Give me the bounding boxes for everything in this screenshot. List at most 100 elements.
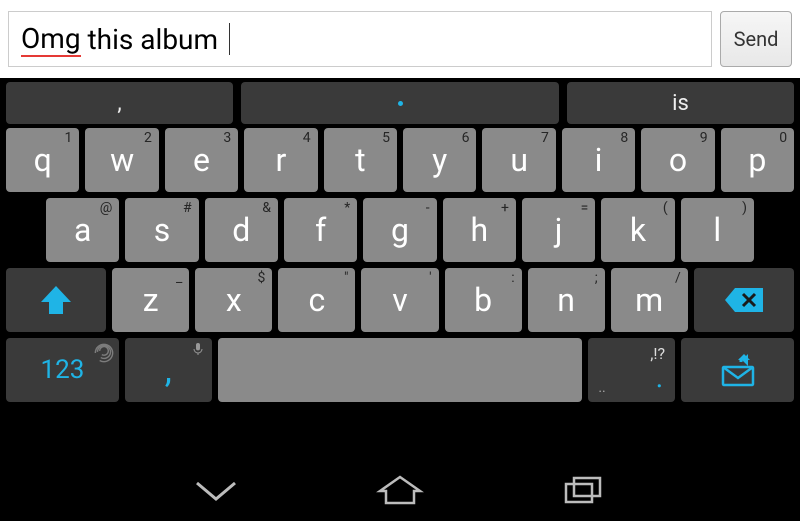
period-main-label: . [656, 361, 663, 394]
suggestion-right[interactable]: is [567, 82, 794, 124]
key-k[interactable]: (k [601, 198, 674, 262]
period-sub2-label: .. [598, 380, 605, 396]
space-key[interactable] [218, 338, 583, 402]
key-sub: 3 [223, 130, 231, 146]
key-f[interactable]: *f [284, 198, 357, 262]
key-t[interactable]: 5t [324, 128, 397, 192]
shift-key[interactable] [6, 268, 106, 332]
key-sub: 1 [65, 130, 73, 146]
key-main: f [315, 211, 326, 249]
key-main: e [193, 141, 210, 179]
key-d[interactable]: &d [205, 198, 278, 262]
suggestion-right-text: is [672, 91, 689, 116]
key-sub: ' [429, 270, 431, 286]
key-row-1: 1q2w3e4r5t6y7u8i9o0p [6, 128, 794, 192]
backspace-icon [723, 286, 765, 314]
key-main: b [474, 281, 492, 319]
input-bar: Omg this album Send [0, 0, 800, 78]
key-sub: * [344, 200, 350, 216]
key-main: q [34, 141, 52, 179]
key-j[interactable]: =j [522, 198, 595, 262]
suggestion-middle[interactable] [241, 82, 559, 124]
key-i[interactable]: 8i [562, 128, 635, 192]
key-b[interactable]: :b [445, 268, 522, 332]
key-o[interactable]: 9o [641, 128, 714, 192]
key-main: a [74, 211, 91, 249]
key-w[interactable]: 2w [85, 128, 158, 192]
input-rest: this album [88, 23, 225, 56]
key-main: o [669, 141, 687, 179]
key-main: l [713, 211, 721, 249]
key-sub: = [581, 200, 589, 216]
send-message-icon [719, 353, 757, 387]
key-m[interactable]: /m [611, 268, 688, 332]
key-main: y [432, 141, 447, 179]
key-s[interactable]: #s [125, 198, 198, 262]
key-main: s [154, 211, 171, 249]
key-v[interactable]: 'v [361, 268, 438, 332]
key-main: m [635, 281, 663, 319]
suggestion-left[interactable]: , [6, 82, 233, 124]
key-main: x [226, 281, 242, 319]
key-main: d [232, 211, 250, 249]
key-sub: 4 [303, 130, 311, 146]
shift-icon [39, 284, 73, 316]
key-l[interactable]: )l [681, 198, 754, 262]
key-c[interactable]: "c [278, 268, 355, 332]
swiftkey-logo-icon [91, 340, 117, 366]
key-main: z [143, 281, 159, 319]
key-n[interactable]: ;n [528, 268, 605, 332]
word-misspelled: Omg [21, 22, 81, 57]
key-r[interactable]: 4r [244, 128, 317, 192]
key-g[interactable]: -g [363, 198, 436, 262]
key-main: t [355, 141, 365, 179]
key-p[interactable]: 0p [721, 128, 794, 192]
period-key[interactable]: ,!? .. . [588, 338, 675, 402]
key-main: h [470, 211, 488, 249]
enter-key[interactable] [681, 338, 794, 402]
home-icon [376, 473, 424, 507]
home-button[interactable] [373, 470, 427, 510]
suggestion-left-text: , [117, 91, 121, 116]
comma-label: , [165, 349, 172, 391]
message-input[interactable]: Omg this album [8, 11, 712, 67]
back-collapse-icon [193, 475, 239, 505]
key-main: v [392, 281, 408, 319]
key-y[interactable]: 6y [403, 128, 476, 192]
send-button[interactable]: Send [720, 11, 792, 67]
key-sub: 2 [144, 130, 152, 146]
key-u[interactable]: 7u [482, 128, 555, 192]
key-sub: : [511, 270, 514, 286]
send-label: Send [734, 27, 779, 51]
key-main: n [557, 281, 575, 319]
key-sub: 5 [382, 130, 390, 146]
key-sub: @ [100, 200, 113, 216]
key-sub: - [426, 200, 430, 216]
key-main: w [110, 141, 134, 179]
key-x[interactable]: $x [195, 268, 272, 332]
key-q[interactable]: 1q [6, 128, 79, 192]
key-main: k [630, 211, 646, 249]
key-sub: & [262, 200, 271, 216]
comma-key[interactable]: , [125, 338, 212, 402]
key-main: u [510, 141, 528, 179]
key-sub: 9 [700, 130, 708, 146]
key-main: r [276, 141, 287, 179]
key-main: p [748, 141, 766, 179]
key-main: i [595, 141, 603, 179]
key-a[interactable]: @a [46, 198, 119, 262]
recents-button[interactable] [557, 470, 611, 510]
key-sub: / [675, 270, 681, 286]
key-sub: $ [257, 270, 265, 286]
key-z[interactable]: _z [112, 268, 189, 332]
key-sub: 7 [541, 130, 549, 146]
recents-icon [562, 474, 606, 506]
key-e[interactable]: 3e [165, 128, 238, 192]
back-button[interactable] [189, 470, 243, 510]
key-h[interactable]: +h [443, 198, 516, 262]
key-row-3: _z$x"c'v:b;n/m [6, 268, 794, 332]
numbers-label: 123 [41, 355, 85, 385]
key-sub: 0 [779, 130, 787, 146]
numbers-key[interactable]: 123 [6, 338, 119, 402]
backspace-key[interactable] [694, 268, 794, 332]
